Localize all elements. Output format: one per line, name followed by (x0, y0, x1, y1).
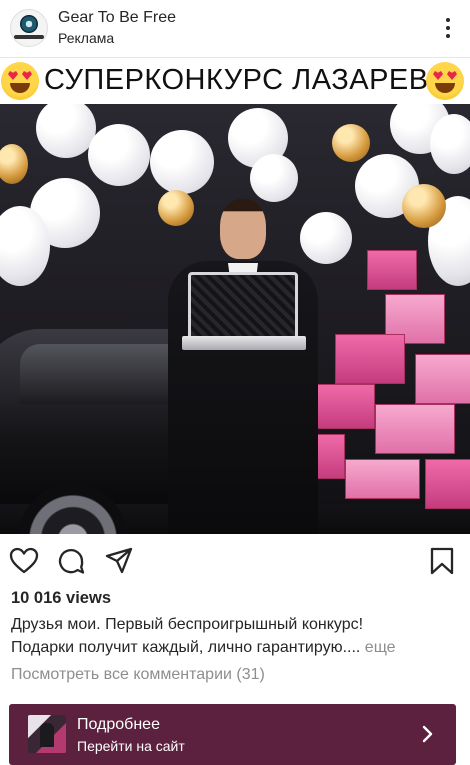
account-avatar[interactable] (10, 9, 48, 47)
caption-more-link[interactable]: еще (365, 639, 396, 656)
cta-thumbnail (28, 715, 66, 753)
brand-logo-text-mark (14, 35, 44, 39)
post-caption: Друзья мои. Первый беспроигрышный конкур… (11, 613, 463, 659)
gold-balloon (402, 184, 446, 228)
cta-subtitle: Перейти на сайт (77, 738, 185, 754)
caption-line-1: Друзья мои. Первый беспроигрышный конкур… (11, 616, 364, 633)
chevron-right-icon (422, 725, 433, 743)
balloon (250, 154, 298, 202)
learn-more-cta[interactable]: Подробнее Перейти на сайт (9, 704, 456, 765)
balloon (36, 104, 96, 158)
view-all-comments-link[interactable]: Посмотреть все комментарии (31) (11, 666, 265, 684)
post-video[interactable] (0, 104, 470, 534)
paper-plane-icon[interactable] (104, 546, 134, 576)
heart-eyes-emoji-icon (1, 62, 39, 100)
balloon (150, 130, 214, 194)
gold-balloon (332, 124, 370, 162)
caption-line-2: Подарки получит каждый, лично гарантирую… (11, 639, 396, 656)
comment-icon[interactable] (56, 546, 86, 576)
more-vertical-icon (446, 18, 450, 22)
post-header: Gear To Be Free Реклама (0, 0, 470, 58)
media-title: СУПЕРКОНКУРС ЛАЗАРЕВА (44, 64, 448, 96)
post-actions (0, 534, 470, 586)
cta-title: Подробнее (77, 716, 160, 733)
sponsored-label: Реклама (58, 30, 115, 46)
gift-case (188, 272, 298, 344)
media-title-bar: СУПЕРКОНКУРС ЛАЗАРЕВА (0, 58, 470, 104)
bookmark-icon[interactable] (427, 546, 457, 576)
view-count: 10 016 views (11, 589, 111, 607)
account-name[interactable]: Gear To Be Free (58, 9, 176, 27)
gift-case-lid (182, 336, 306, 350)
gold-balloon (0, 144, 28, 184)
brand-logo-icon (20, 15, 38, 33)
heart-icon[interactable] (9, 546, 39, 576)
more-options-button[interactable] (438, 14, 458, 42)
host-person (168, 199, 318, 534)
heart-eyes-emoji-icon (426, 62, 464, 100)
balloon (430, 114, 470, 174)
balloon (88, 124, 150, 186)
